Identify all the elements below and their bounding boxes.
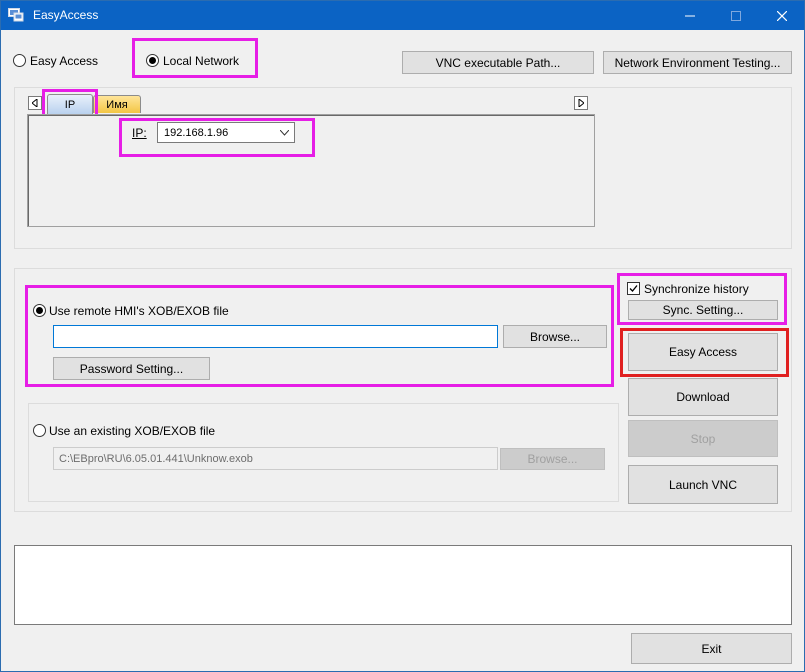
title-bar[interactable]: EasyAccess (1, 1, 804, 30)
window-title: EasyAccess (33, 8, 99, 22)
close-icon (777, 10, 787, 21)
remote-hmi-label: Use remote HMI's XOB/EXOB file (49, 304, 229, 318)
vnc-path-button[interactable]: VNC executable Path... (402, 51, 594, 74)
minimize-icon (685, 15, 695, 16)
existing-file-label: Use an existing XOB/EXOB file (49, 424, 216, 438)
easyaccess-window: EasyAccess Easy Access Local Network VNC… (0, 0, 805, 672)
existing-browse-button[interactable]: Browse... (500, 448, 605, 470)
download-button[interactable]: Download (628, 378, 778, 416)
existing-file-radio[interactable] (33, 424, 46, 437)
local-network-radio[interactable] (146, 54, 159, 67)
stop-button[interactable]: Stop (628, 420, 778, 457)
remote-path-input[interactable] (53, 325, 498, 348)
close-button[interactable] (759, 1, 805, 30)
existing-path-input[interactable]: C:\EBpro\RU\6.05.01.441\Unknow.exob (53, 447, 498, 470)
tab-scroll-left[interactable] (28, 96, 42, 110)
easy-access-button[interactable]: Easy Access (628, 333, 778, 371)
maximize-button[interactable] (713, 1, 759, 30)
arrow-right-icon (578, 99, 584, 107)
ip-combobox[interactable]: 192.168.1.96 (157, 122, 295, 143)
maximize-icon (731, 10, 741, 21)
tab-scroll-right[interactable] (574, 96, 588, 110)
log-output[interactable] (14, 545, 792, 625)
remote-browse-button[interactable]: Browse... (503, 325, 607, 348)
password-setting-button[interactable]: Password Setting... (53, 357, 210, 380)
exit-button[interactable]: Exit (631, 633, 792, 664)
chevron-down-icon (280, 130, 289, 136)
sync-history-checkbox[interactable] (627, 282, 640, 295)
local-network-label: Local Network (163, 54, 240, 68)
ip-label: IP: (132, 126, 147, 140)
ip-value: 192.168.1.96 (164, 126, 229, 139)
arrow-left-icon (32, 99, 38, 107)
app-icon (8, 8, 24, 22)
easy-access-label: Easy Access (30, 54, 99, 68)
tab-name[interactable]: Имя (93, 95, 141, 113)
minimize-button[interactable] (667, 1, 713, 30)
checkmark-icon (629, 285, 638, 292)
existing-path-value: C:\EBpro\RU\6.05.01.441\Unknow.exob (59, 452, 253, 465)
remote-hmi-radio[interactable] (33, 304, 46, 317)
sync-setting-button[interactable]: Sync. Setting... (628, 300, 778, 320)
network-testing-button[interactable]: Network Environment Testing... (603, 51, 792, 74)
easy-access-radio[interactable] (13, 54, 26, 67)
tab-name-label: Имя (106, 98, 128, 111)
launch-vnc-button[interactable]: Launch VNC (628, 465, 778, 504)
sync-history-label: Synchronize history (644, 282, 749, 296)
